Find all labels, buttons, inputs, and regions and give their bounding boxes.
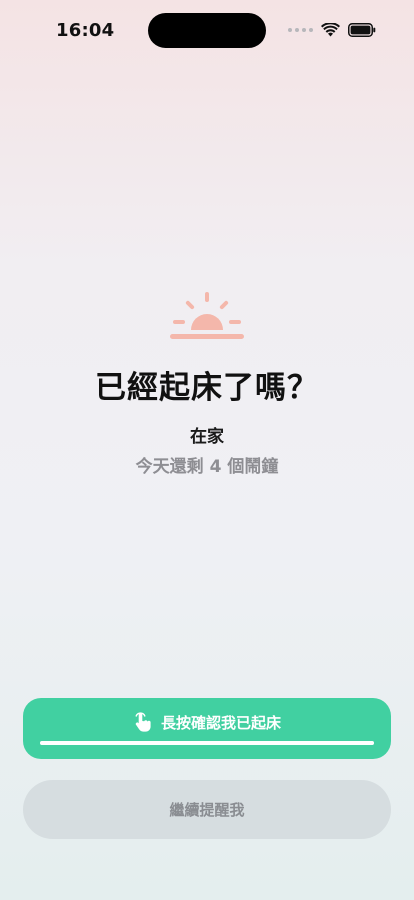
status-time: 16:04 [56,20,115,41]
snooze-label: 繼續提醒我 [169,801,245,819]
wifi-icon [321,23,340,37]
snooze-button[interactable]: 繼續提醒我 [23,780,391,839]
alarms-remaining: 今天還剩 4 個鬧鐘 [135,457,279,477]
dynamic-island [148,13,266,48]
status-bar: 16:04 [0,0,414,60]
hand-tap-icon [133,711,153,733]
alarm-location: 在家 [190,427,224,447]
hold-progress-fill [40,741,374,745]
status-icons [288,22,376,38]
hold-progress-track [40,741,374,745]
alarm-title: 已經起床了嗎？ [95,370,319,406]
confirm-awake-content: 長按確認我已起床 [23,708,391,736]
sunrise-icon [168,290,246,342]
confirm-awake-button[interactable]: 長按確認我已起床 [23,698,391,759]
battery-icon [348,23,376,37]
signal-dots-icon [288,28,313,32]
confirm-awake-label: 長按確認我已起床 [160,713,281,732]
